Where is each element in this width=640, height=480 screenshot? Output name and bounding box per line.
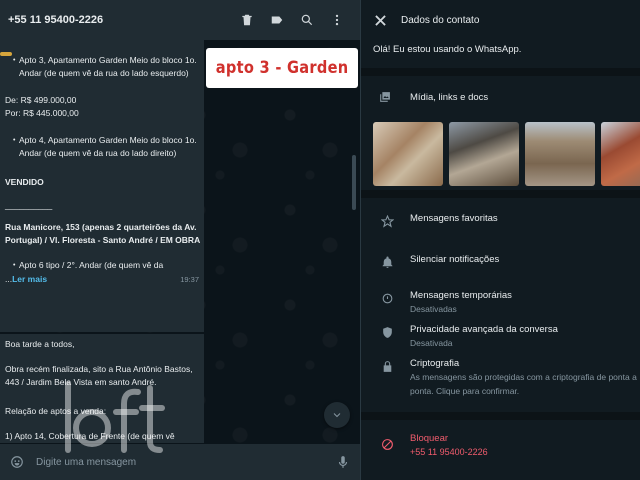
watermark-logo [60, 378, 170, 458]
media-thumbnail[interactable] [525, 122, 595, 186]
overlay-label: apto 3 - Garden [206, 48, 358, 88]
block-label: Bloquear [410, 433, 449, 444]
price-to: Por: R$ 445.000,00 [5, 108, 79, 118]
media-thumbnail[interactable] [373, 122, 443, 186]
block-icon [380, 437, 394, 451]
mute-label: Silenciar notificações [410, 254, 500, 265]
mic-icon[interactable] [334, 453, 352, 471]
chat-scrollbar[interactable] [352, 155, 356, 210]
close-icon[interactable] [371, 11, 389, 29]
block-phone: +55 11 95400-2226 [410, 447, 488, 457]
message-input[interactable] [36, 456, 324, 468]
chat-pane: +55 11 95400-2226 Apto 3, Apartamento Ga… [0, 0, 360, 480]
starred-messages-row[interactable]: Mensagens favoritas [361, 212, 640, 228]
privacy-status: Desativada [410, 338, 453, 348]
disappearing-title: Mensagens temporárias [410, 290, 512, 301]
section-divider [361, 68, 640, 76]
media-thumbnails [361, 110, 640, 190]
label-icon[interactable] [262, 5, 292, 35]
message-bubble[interactable]: Apto 3, Apartamento Garden Meio do bloco… [0, 40, 204, 332]
message-time: 19:37 [180, 274, 199, 284]
encryption-title: Criptografia [410, 358, 460, 369]
advanced-privacy-row[interactable]: Privacidade avançada da conversa Desativ… [361, 323, 640, 350]
search-icon[interactable] [292, 5, 322, 35]
shield-icon [380, 325, 394, 339]
bell-icon [380, 255, 394, 269]
chat-header[interactable]: +55 11 95400-2226 [0, 0, 360, 40]
media-label: Mídia, links e docs [410, 91, 489, 103]
sold-status: VENDIDO [5, 177, 44, 187]
read-more[interactable]: ...Ler mais [5, 274, 47, 284]
message-text: Apto 6 tipo / 2°. Andar (de quem vê da [5, 259, 204, 272]
privacy-title: Privacidade avançada da conversa [410, 324, 558, 335]
encryption-row[interactable]: Criptografia As mensagens são protegidas… [361, 357, 640, 398]
chat-contact-name[interactable]: +55 11 95400-2226 [8, 14, 232, 26]
trash-icon[interactable] [232, 5, 262, 35]
media-icon [377, 90, 391, 104]
disappearing-messages-row[interactable]: Mensagens temporárias Desativadas [361, 289, 640, 316]
timer-icon [380, 291, 394, 305]
scroll-down-button[interactable] [324, 402, 350, 428]
message-text: Boa tarde a todos, [5, 339, 75, 349]
address-text: Rua Manicore, 153 (apenas 2 quarteirões … [5, 222, 201, 245]
block-contact-row[interactable]: Bloquear +55 11 95400-2226 [361, 432, 640, 459]
price-from: De: R$ 499.000,00 [5, 95, 77, 105]
contact-info-panel: Dados do contato Olá! Eu estou usando o … [360, 0, 640, 480]
message-text: Apto 4, Apartamento Garden Meio do bloco… [5, 134, 204, 160]
section-divider [361, 190, 640, 198]
contact-info-header: Dados do contato [361, 0, 640, 40]
starred-label: Mensagens favoritas [410, 213, 498, 224]
emoji-icon[interactable] [8, 453, 26, 471]
star-icon [380, 214, 394, 228]
lock-icon [380, 359, 394, 373]
message-text: Apto 3, Apartamento Garden Meio do bloco… [5, 54, 204, 80]
divider-text: __________ [5, 200, 53, 210]
panel-title: Dados do contato [401, 14, 480, 26]
more-vertical-icon[interactable] [322, 5, 352, 35]
chevron-down-icon [333, 413, 341, 418]
disappearing-status: Desativadas [410, 304, 457, 314]
message-composer [0, 444, 360, 480]
read-more-row: ...Ler mais 19:37 [5, 274, 204, 284]
read-more-link[interactable]: Ler mais [12, 274, 47, 284]
mute-notifications-row[interactable]: Silenciar notificações [361, 253, 640, 269]
section-divider [361, 412, 640, 420]
encryption-description: As mensagens são protegidas com a cripto… [410, 372, 637, 396]
media-thumbnail[interactable] [449, 122, 519, 186]
about-text: Olá! Eu estou usando o WhatsApp. [373, 44, 522, 55]
media-links-docs-row[interactable]: Mídia, links e docs [361, 76, 640, 110]
media-thumbnail[interactable] [601, 122, 640, 186]
overlay-label-text: apto 3 - Garden [215, 58, 349, 78]
